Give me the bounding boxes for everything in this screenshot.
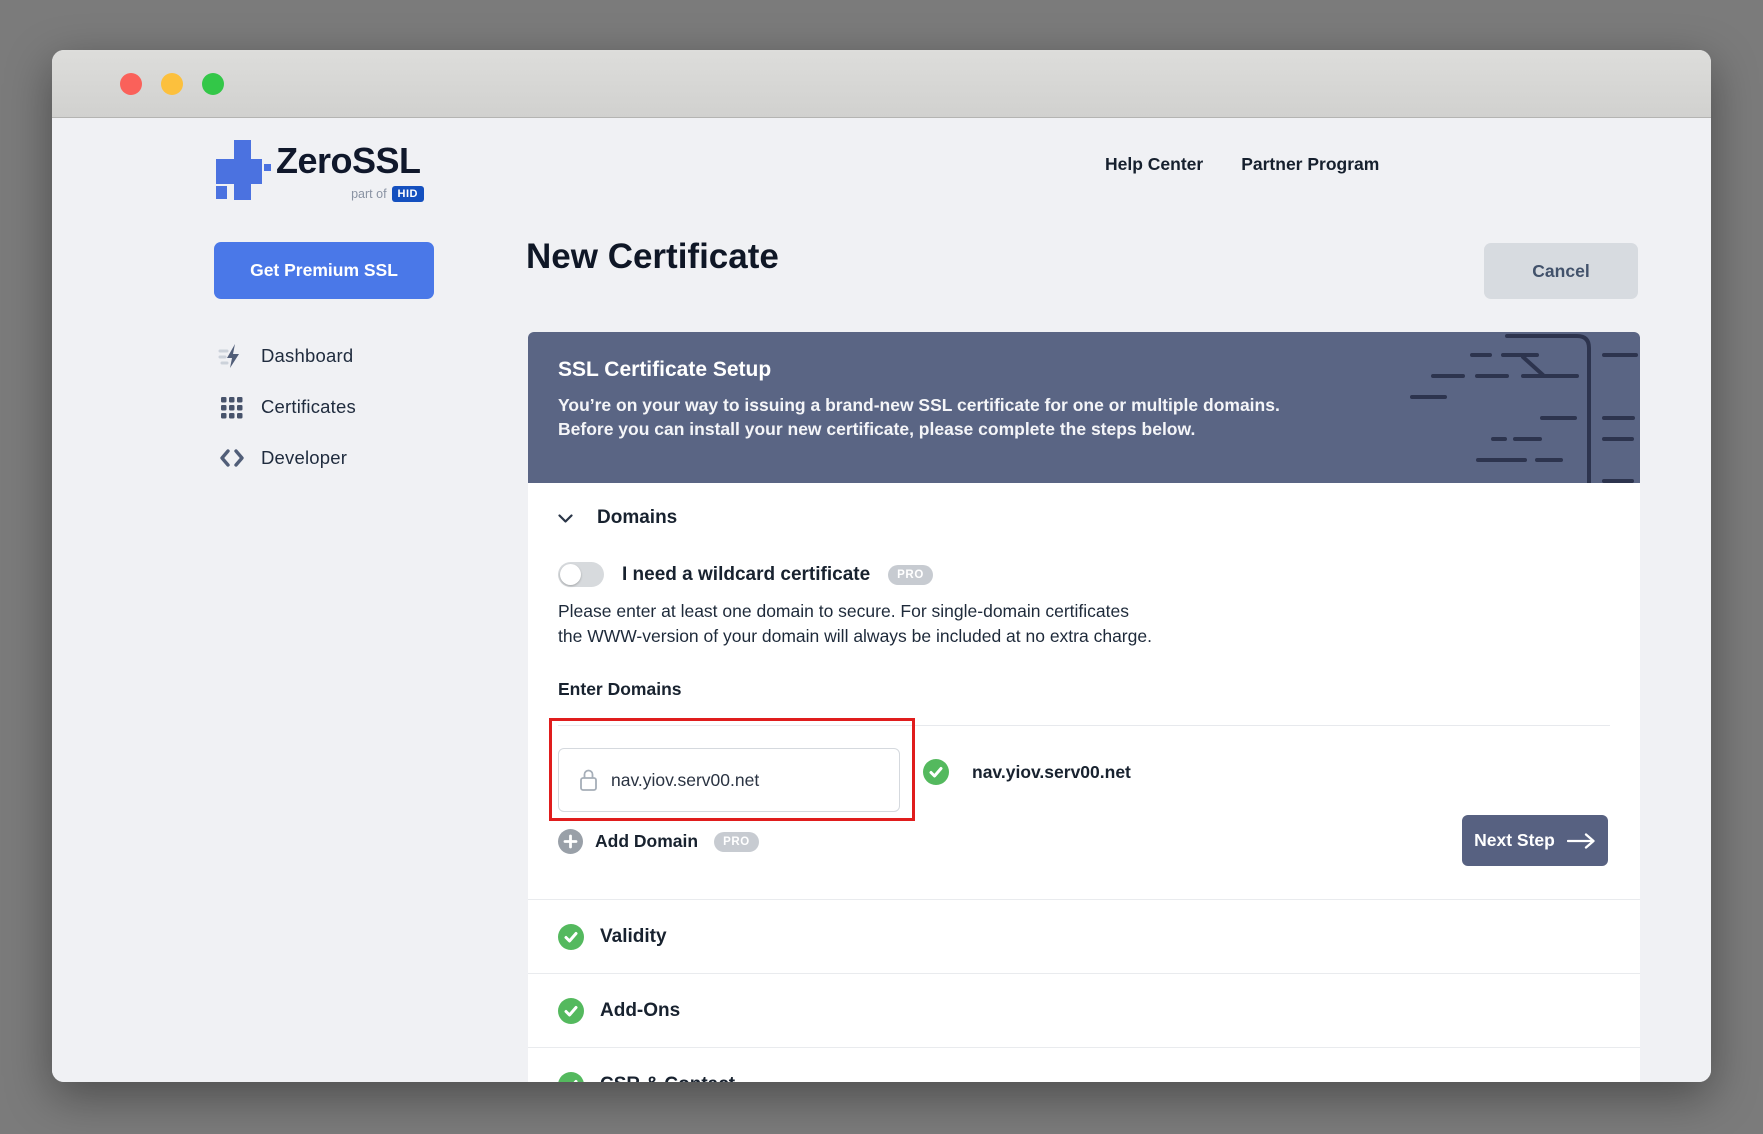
sidebar-item-label: Developer: [261, 447, 347, 469]
arrow-right-icon: [1567, 833, 1596, 849]
brand-logo[interactable]: ZeroSSL part of HID: [210, 138, 430, 204]
step-label: Add-Ons: [600, 1000, 680, 1022]
wildcard-toggle[interactable]: [558, 562, 604, 587]
domains-description-line1: Please enter at least one domain to secu…: [558, 599, 1152, 624]
minimize-window-button[interactable]: [161, 73, 183, 95]
plus-icon: [558, 829, 583, 854]
brand-tagline-text: part of: [351, 187, 386, 201]
sidebar-item-dashboard[interactable]: Dashboard: [218, 330, 458, 381]
domain-input-field[interactable]: [558, 748, 900, 812]
brand-tagline: part of HID: [276, 186, 424, 202]
get-premium-ssl-button[interactable]: Get Premium SSL: [214, 242, 434, 299]
domains-section: Domains I need a wildcard certificate PR…: [528, 483, 1640, 899]
next-step-button[interactable]: Next Step: [1462, 815, 1608, 866]
check-circle-icon: [923, 759, 949, 785]
check-circle-icon: [558, 998, 584, 1024]
domains-header[interactable]: Domains: [558, 507, 677, 529]
app-window: ZeroSSL part of HID Help Center Partner …: [52, 50, 1711, 1082]
sidebar-nav: Dashboard Certificates Developer: [218, 330, 458, 483]
zoom-window-button[interactable]: [202, 73, 224, 95]
verified-domain-row: nav.yiov.serv00.net: [923, 759, 1131, 785]
brand-name: ZeroSSL: [276, 140, 421, 182]
domains-description: Please enter at least one domain to secu…: [558, 599, 1152, 649]
step-row-validity[interactable]: Validity: [528, 899, 1640, 973]
hid-badge: HID: [392, 186, 424, 202]
step-row-addons[interactable]: Add-Ons: [528, 973, 1640, 1047]
panel-description-line2: Before you can install your new certific…: [558, 418, 1280, 442]
nav-partner-program[interactable]: Partner Program: [1241, 154, 1379, 175]
pro-badge: PRO: [714, 832, 759, 852]
wildcard-toggle-row: I need a wildcard certificate PRO: [558, 562, 933, 587]
certificate-illustration: [1380, 332, 1640, 483]
close-window-button[interactable]: [120, 73, 142, 95]
domains-title: Domains: [597, 507, 677, 529]
divider: [558, 725, 1610, 726]
top-navigation: Help Center Partner Program: [1105, 154, 1379, 175]
panel-description-line1: You’re on your way to issuing a brand-ne…: [558, 394, 1280, 418]
verified-domain-text: nav.yiov.serv00.net: [972, 762, 1131, 783]
step-label: Validity: [600, 926, 667, 948]
page-title: New Certificate: [526, 237, 779, 277]
next-step-label: Next Step: [1474, 830, 1555, 851]
chevron-down-icon: [558, 514, 573, 523]
page-content: ZeroSSL part of HID Help Center Partner …: [52, 118, 1711, 1082]
step-row-csr-contact[interactable]: CSR & Contact: [528, 1047, 1640, 1082]
code-icon: [218, 444, 246, 472]
check-circle-icon: [558, 924, 584, 950]
check-circle-icon: [558, 1072, 584, 1083]
sidebar-item-label: Certificates: [261, 396, 356, 418]
panel-description: You’re on your way to issuing a brand-ne…: [558, 394, 1280, 441]
lightning-icon: [218, 342, 246, 370]
panel-title: SSL Certificate Setup: [558, 358, 771, 382]
add-domain-label: Add Domain: [595, 831, 698, 852]
domain-input[interactable]: [611, 770, 871, 791]
zerossl-logo-icon: [210, 140, 272, 202]
ssl-setup-panel: SSL Certificate Setup You’re on your way…: [528, 332, 1640, 483]
window-titlebar: [52, 50, 1711, 118]
nav-help-center[interactable]: Help Center: [1105, 154, 1203, 175]
sidebar-item-label: Dashboard: [261, 345, 353, 367]
pro-badge: PRO: [888, 565, 933, 585]
domains-description-line2: the WWW-version of your domain will alwa…: [558, 624, 1152, 649]
toggle-knob: [560, 564, 581, 585]
grid-icon: [218, 393, 246, 421]
add-domain-button[interactable]: Add Domain PRO: [558, 829, 759, 854]
enter-domains-label: Enter Domains: [558, 679, 682, 700]
cancel-button[interactable]: Cancel: [1484, 243, 1638, 299]
step-label: CSR & Contact: [600, 1074, 735, 1083]
wildcard-label: I need a wildcard certificate: [622, 564, 870, 586]
lock-icon: [579, 768, 598, 792]
sidebar-item-certificates[interactable]: Certificates: [218, 381, 458, 432]
sidebar-item-developer[interactable]: Developer: [218, 432, 458, 483]
